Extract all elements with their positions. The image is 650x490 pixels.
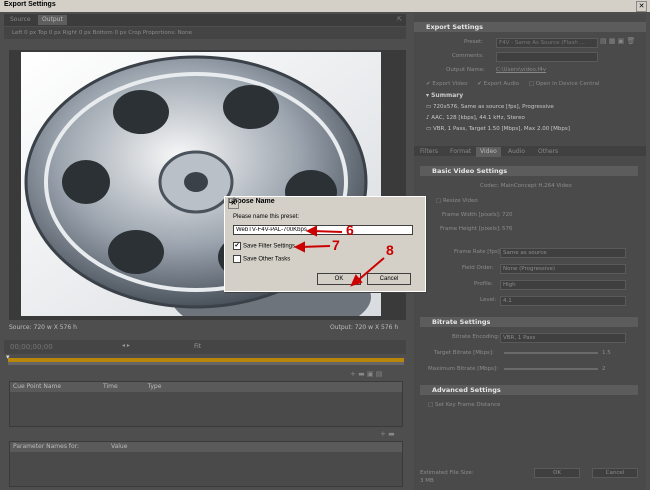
callout-7: 7 (332, 237, 340, 253)
callout-8: 8 (386, 242, 394, 258)
callout-6: 6 (346, 222, 354, 238)
callout-arrows (293, 225, 385, 287)
